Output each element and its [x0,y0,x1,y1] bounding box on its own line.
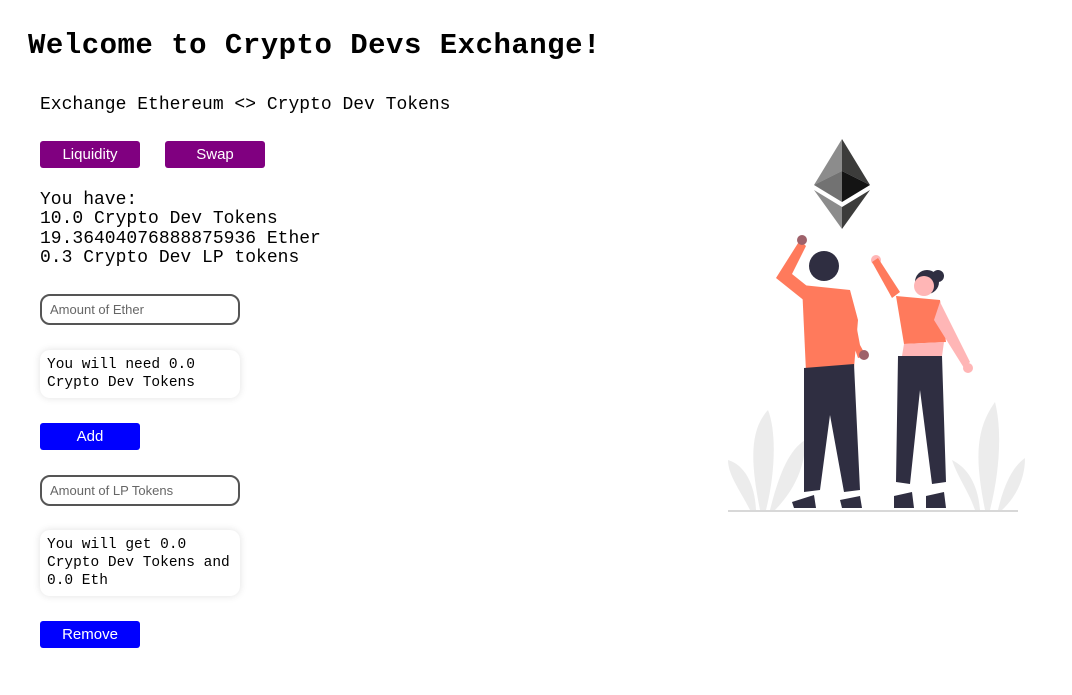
cd-token-balance: 10.0 Crypto Dev Tokens [40,209,278,230]
ethereum-logo-icon [814,139,870,229]
liquidity-tab-button[interactable]: Liquidity [40,141,140,168]
ethereum-celebration-illustration [728,139,1025,512]
balances-panel: You have: 10.0 Crypto Dev Tokens 19.3640… [40,190,321,268]
page-subtitle: Exchange Ethereum <> Crypto Dev Tokens [40,95,451,115]
lp-token-amount-input[interactable] [40,475,240,506]
remove-liquidity-button[interactable]: Remove [40,621,140,648]
ether-amount-input[interactable] [40,294,240,325]
ether-balance: 19.36404076888875936 Ether [40,228,321,249]
needed-tokens-card: You will need 0.0 Crypto Dev Tokens [40,350,240,398]
background-plants-icon [728,402,1025,510]
swap-tab-button[interactable]: Swap [165,141,265,168]
balances-heading: You have: [40,190,138,210]
lp-token-balance: 0.3 Crypto Dev LP tokens [40,247,300,268]
receive-amount-card: You will get 0.0 Crypto Dev Tokens and 0… [40,530,240,596]
add-liquidity-button[interactable]: Add [40,423,140,450]
page-title: Welcome to Crypto Devs Exchange! [28,29,601,62]
